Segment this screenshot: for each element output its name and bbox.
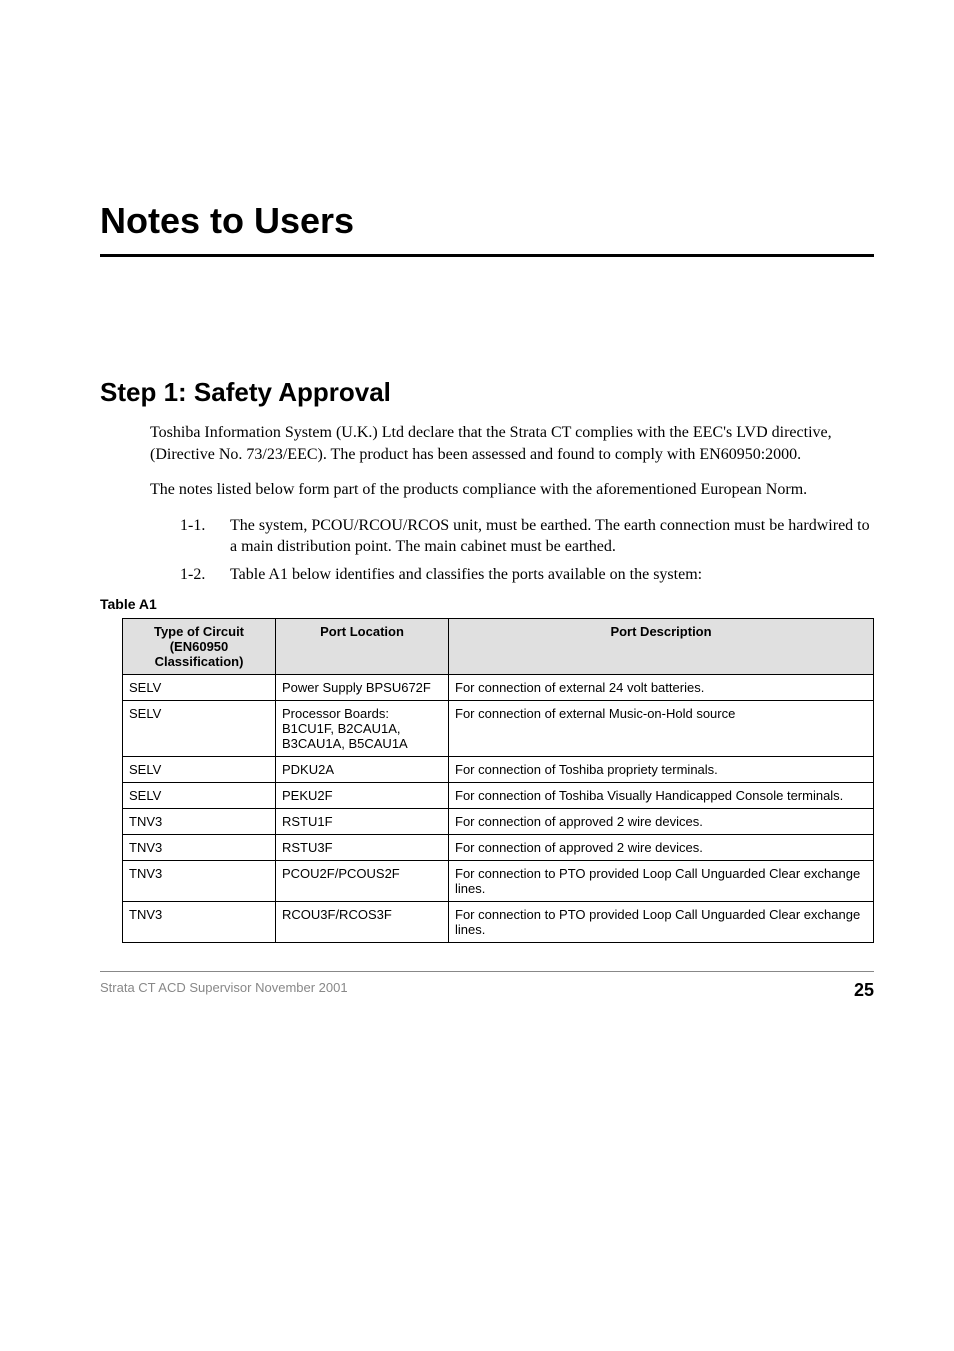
table-cell: RCOU3F/RCOS3F xyxy=(276,901,449,942)
table-row: SELV PEKU2F For connection of Toshiba Vi… xyxy=(123,782,874,808)
table-header-row: Type of Circuit (EN60950 Classification)… xyxy=(123,618,874,674)
page-footer: Strata CT ACD Supervisor November 2001 2… xyxy=(100,980,874,1001)
title-rule xyxy=(100,254,874,257)
table-cell: SELV xyxy=(123,782,276,808)
page: Notes to Users Step 1: Safety Approval T… xyxy=(0,0,954,1351)
table-cell: For connection of Toshiba Visually Handi… xyxy=(449,782,874,808)
section-title: Step 1: Safety Approval xyxy=(100,377,874,408)
table-header: Port Location xyxy=(276,618,449,674)
table-cell: TNV3 xyxy=(123,860,276,901)
main-title: Notes to Users xyxy=(100,200,874,242)
table-cell: RSTU1F xyxy=(276,808,449,834)
table-cell: TNV3 xyxy=(123,834,276,860)
table-header: Port Description xyxy=(449,618,874,674)
table-row: SELV Power Supply BPSU672F For connectio… xyxy=(123,674,874,700)
table-cell: For connection of approved 2 wire device… xyxy=(449,808,874,834)
table-cell: For connection to PTO provided Loop Call… xyxy=(449,860,874,901)
table-cell: PDKU2A xyxy=(276,756,449,782)
ports-table: Type of Circuit (EN60950 Classification)… xyxy=(122,618,874,943)
list-text: Table A1 below identifies and classifies… xyxy=(230,564,874,586)
table-row: SELV PDKU2A For connection of Toshiba pr… xyxy=(123,756,874,782)
body-paragraph-1: Toshiba Information System (U.K.) Ltd de… xyxy=(150,422,874,465)
table-cell: RSTU3F xyxy=(276,834,449,860)
body-paragraph-2: The notes listed below form part of the … xyxy=(150,479,874,501)
table-header: Type of Circuit (EN60950 Classification) xyxy=(123,618,276,674)
list-item: 1-2. Table A1 below identifies and class… xyxy=(100,564,874,586)
table-cell: For connection of external Music-on-Hold… xyxy=(449,700,874,756)
table-cell: SELV xyxy=(123,700,276,756)
table-row: TNV3 RSTU1F For connection of approved 2… xyxy=(123,808,874,834)
list-number: 1-1. xyxy=(100,515,230,558)
table-cell: For connection of Toshiba propriety term… xyxy=(449,756,874,782)
table-cell: TNV3 xyxy=(123,901,276,942)
table-label: Table A1 xyxy=(100,596,874,612)
table-cell: TNV3 xyxy=(123,808,276,834)
table-cell: Processor Boards: B1CU1F, B2CAU1A, B3CAU… xyxy=(276,700,449,756)
list-number: 1-2. xyxy=(100,564,230,586)
table-cell: For connection to PTO provided Loop Call… xyxy=(449,901,874,942)
footer-rule xyxy=(100,971,874,972)
table-cell: SELV xyxy=(123,756,276,782)
table-cell: PCOU2F/PCOUS2F xyxy=(276,860,449,901)
table-cell: PEKU2F xyxy=(276,782,449,808)
table-cell: SELV xyxy=(123,674,276,700)
table-cell: For connection of approved 2 wire device… xyxy=(449,834,874,860)
table-cell: For connection of external 24 volt batte… xyxy=(449,674,874,700)
table-cell: Power Supply BPSU672F xyxy=(276,674,449,700)
table-row: TNV3 PCOU2F/PCOUS2F For connection to PT… xyxy=(123,860,874,901)
footer-text: Strata CT ACD Supervisor November 2001 xyxy=(100,980,348,1001)
page-number: 25 xyxy=(854,980,874,1001)
table-row: TNV3 RCOU3F/RCOS3F For connection to PTO… xyxy=(123,901,874,942)
list-item: 1-1. The system, PCOU/RCOU/RCOS unit, mu… xyxy=(100,515,874,558)
table-row: SELV Processor Boards: B1CU1F, B2CAU1A, … xyxy=(123,700,874,756)
table-row: TNV3 RSTU3F For connection of approved 2… xyxy=(123,834,874,860)
list-text: The system, PCOU/RCOU/RCOS unit, must be… xyxy=(230,515,874,558)
